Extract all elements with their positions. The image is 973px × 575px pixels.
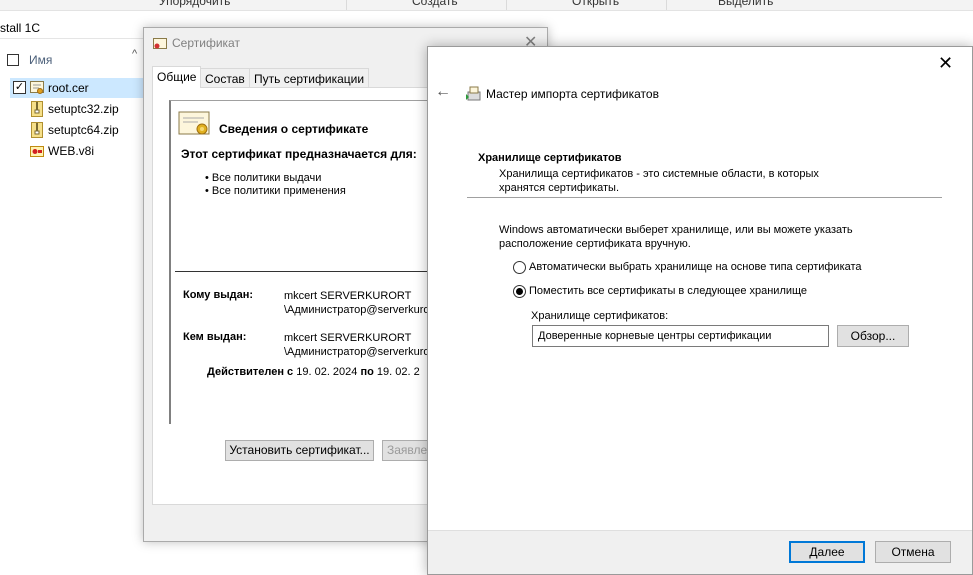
v8i-file-icon [30,146,44,157]
ribbon-separator [506,0,507,10]
tab-details[interactable]: Состав [200,68,250,87]
tab-certification-path[interactable]: Путь сертификации [249,68,370,87]
instruction-line: Windows автоматически выберет хранилище,… [499,224,853,236]
ribbon-organize[interactable]: Упорядочить [159,0,230,8]
store-label: Хранилище сертификатов: [531,310,669,322]
certificate-import-wizard: ✕ ← Мастер импорта сертификатов Хранилищ… [427,46,973,575]
certificate-icon [178,111,210,135]
ribbon-create[interactable]: Создать [412,0,458,8]
column-name-header[interactable]: Имя [29,53,52,67]
close-icon[interactable]: ✕ [938,53,953,74]
issued-to-value-line1: mkcert SERVERKURORT [284,290,412,302]
section-title: Хранилище сертификатов [478,152,622,164]
zip-file-icon [31,122,43,138]
issued-by-value-line2: \Администратор@serverkuro [284,346,430,358]
section-description-line: хранятся сертификаты. [499,182,619,194]
instruction-line: расположение сертификата вручную. [499,238,691,250]
ribbon-separator [346,0,347,10]
zip-file-icon [31,101,43,117]
ribbon-separator [666,0,667,10]
issuer-statement-button[interactable]: Заявле [382,440,432,461]
address-bar[interactable]: stall 1C [0,17,145,39]
valid-from-date: 19. 02. 2024 [296,366,358,378]
section-description: Хранилища сертификатов - это системные о… [499,167,819,195]
certificate-info-box: Сведения о сертификате Этот сертификат п… [169,100,451,424]
store-input[interactable]: Доверенные корневые центры сертификации [532,325,829,347]
certificate-file-icon [30,81,44,94]
issued-by-label: Кем выдан: [183,331,247,343]
certificate-icon [153,38,167,49]
ribbon-select[interactable]: Выделить [718,0,773,8]
radio-auto-store[interactable] [513,261,526,274]
file-row-setuptc32[interactable]: setuptc32.zip [10,99,145,119]
radio-label: Автоматически выбрать хранилище на основ… [529,261,862,273]
file-row-web-v8i[interactable]: WEB.v8i [10,141,145,161]
wizard-footer: Далее Отмена [428,530,972,574]
issued-by-value-line1: mkcert SERVERKURORT [284,332,412,344]
file-name: setuptc32.zip [48,102,119,116]
file-row-setuptc64[interactable]: setuptc64.zip [10,120,145,140]
next-button[interactable]: Далее [789,541,865,563]
wizard-title: Мастер импорта сертификатов [486,87,659,101]
file-name: root.cer [48,81,89,95]
radio-label: Поместить все сертификаты в следующее хр… [529,285,808,297]
valid-from-label: Действителен с [207,366,294,378]
cancel-button[interactable]: Отмена [875,541,951,563]
purpose-title: Этот сертификат предназначается для: [181,147,417,161]
dialog-title: Сертификат [172,36,240,50]
ribbon-open[interactable]: Открыть [572,0,619,8]
section-description-line: Хранилища сертификатов - это системные о… [499,168,819,180]
file-name: setuptc64.zip [48,123,119,137]
validity-row: Действителен с 19. 02. 2024 по 19. 02. 2 [207,366,420,378]
column-header: Имя ^ [0,48,145,72]
file-name: WEB.v8i [48,144,95,158]
certificate-wizard-icon [466,86,481,101]
explorer-ribbon: Упорядочить Создать Открыть Выделить [0,0,973,11]
valid-to-date: 19. 02. 2 [376,366,420,378]
select-all-checkbox[interactable] [7,54,19,66]
install-certificate-button[interactable]: Установить сертификат... [225,440,374,461]
row-checkbox[interactable]: ✓ [13,81,26,94]
divider [175,271,451,272]
browse-button[interactable]: Обзор... [837,325,909,347]
valid-to-label: по [360,366,374,378]
purpose-item: • Все политики применения [205,185,346,197]
issued-to-label: Кому выдан: [183,289,254,301]
instruction-text: Windows автоматически выберет хранилище,… [499,223,853,251]
divider [467,197,942,198]
sort-up-icon: ^ [132,48,138,60]
purpose-item: • Все политики выдачи [205,172,322,184]
tab-general[interactable]: Общие [152,66,202,88]
radio-manual-store[interactable] [513,285,526,298]
file-row-root-cer[interactable]: ✓ root.cer [10,78,145,98]
certificate-info-heading: Сведения о сертификате [219,122,369,136]
back-arrow-icon[interactable]: ← [435,83,451,101]
issued-to-value-line2: \Администратор@serverkuro [284,304,430,316]
